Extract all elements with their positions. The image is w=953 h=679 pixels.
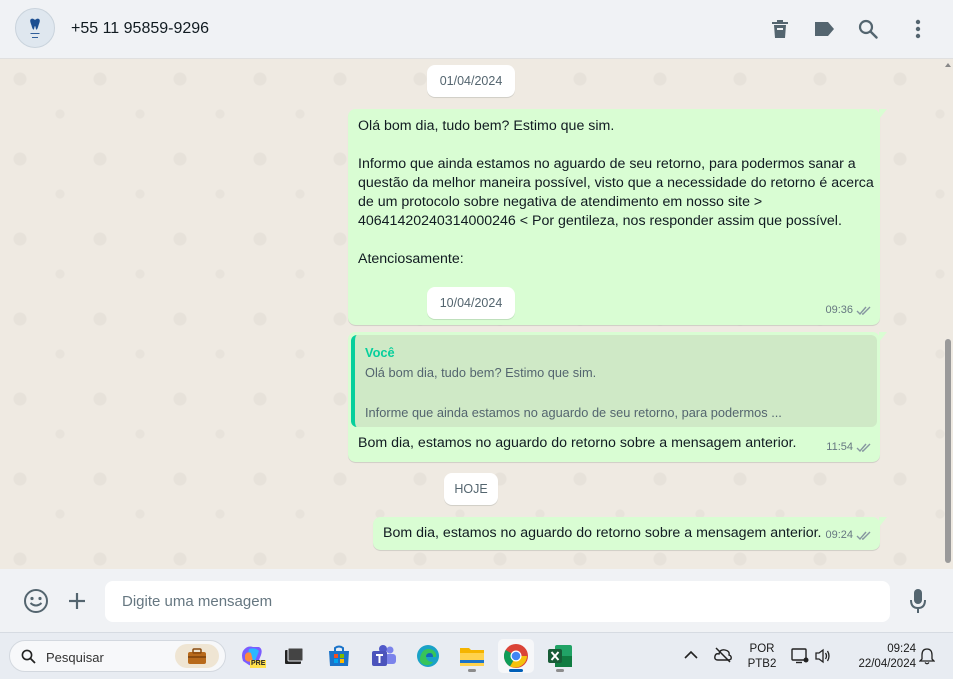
search-highlight-icon <box>175 644 219 668</box>
app-running-indicator <box>556 669 564 672</box>
app-active-indicator <box>509 669 523 672</box>
copilot-pre-badge: PRE <box>250 660 267 668</box>
message-text: Bom dia, estamos no aguardo do retorno s… <box>383 525 822 541</box>
teams-icon[interactable] <box>366 639 402 673</box>
chrome-icon[interactable] <box>498 639 534 673</box>
clock-date: 22/04/2024 <box>858 658 916 670</box>
windows-taskbar: Pesquisar PRE POR PTB2 09:24 22/04/2024 <box>0 632 953 679</box>
tray-chevron-up-icon[interactable] <box>684 650 698 660</box>
double-check-icon <box>856 306 871 316</box>
chat-header: ▬▬▬ ▬▬ +55 11 95859-9296 <box>0 0 953 59</box>
search-icon[interactable] <box>856 17 880 41</box>
date-separator: 10/04/2024 <box>427 287 515 319</box>
avatar-logo-text: ▬▬▬ ▬▬ <box>30 31 40 39</box>
taskbar-search-label: Pesquisar <box>46 650 104 665</box>
task-view-icon[interactable] <box>276 639 312 673</box>
message-time: 09:36 <box>825 304 853 316</box>
taskbar-clock[interactable]: 09:24 22/04/2024 <box>844 642 916 672</box>
quote-text: Olá bom dia, tudo bem? Estimo que sim. I… <box>365 365 782 420</box>
microphone-icon[interactable] <box>905 588 931 614</box>
chat-scrollbar[interactable] <box>945 339 951 563</box>
bubble-tail <box>879 109 887 119</box>
tooth-logo-icon <box>30 18 40 30</box>
contact-name[interactable]: +55 11 95859-9296 <box>71 20 209 38</box>
copilot-app-icon[interactable]: PRE <box>234 639 270 673</box>
edge-icon[interactable] <box>410 639 446 673</box>
language-indicator[interactable]: POR PTB2 <box>745 642 779 672</box>
label-icon[interactable] <box>812 17 836 41</box>
file-explorer-icon[interactable] <box>454 639 490 673</box>
bubble-tail <box>879 517 887 527</box>
excel-icon[interactable] <box>542 639 578 673</box>
app-running-indicator <box>468 669 476 672</box>
menu-icon[interactable] <box>906 17 930 41</box>
language-bottom: PTB2 <box>747 658 777 670</box>
date-separator: HOJE <box>444 473 498 505</box>
double-check-icon <box>856 443 871 453</box>
search-icon <box>21 649 36 664</box>
notification-bell-icon[interactable] <box>919 648 935 665</box>
emoji-icon[interactable] <box>23 588 49 614</box>
network-icon[interactable] <box>791 648 809 664</box>
message-text: Bom dia, estamos no aguardo do retorno s… <box>358 435 797 451</box>
message-time: 11:54 <box>826 441 853 453</box>
clock-time: 09:24 <box>887 643 916 655</box>
scroll-up-icon[interactable] <box>944 61 952 69</box>
delete-icon[interactable] <box>768 17 792 41</box>
message-composer <box>0 569 953 632</box>
attach-plus-icon[interactable] <box>64 588 90 614</box>
microsoft-store-icon[interactable] <box>321 639 357 673</box>
cloud-offline-icon[interactable] <box>713 647 733 663</box>
quote-author: Você <box>365 345 395 360</box>
chat-area[interactable]: 01/04/2024 Olá bom dia, tudo bem? Estimo… <box>0 59 953 569</box>
message-text: Olá bom dia, tudo bem? Estimo que sim. I… <box>358 118 874 267</box>
contact-avatar[interactable]: ▬▬▬ ▬▬ <box>15 8 55 48</box>
message-meta: 09:24 <box>825 526 872 545</box>
message-meta: 11:54 <box>826 438 872 457</box>
volume-icon[interactable] <box>815 648 831 664</box>
outgoing-message[interactable]: Bom dia, estamos no aguardo do retorno s… <box>373 517 887 550</box>
message-input[interactable] <box>105 581 890 622</box>
language-top: POR <box>749 643 775 655</box>
double-check-icon <box>856 531 871 541</box>
message-time: 09:24 <box>825 529 853 541</box>
date-separator: 01/04/2024 <box>427 65 515 97</box>
message-meta: 09:36 <box>825 301 872 320</box>
taskbar-search[interactable]: Pesquisar <box>9 640 226 672</box>
outgoing-reply-message[interactable]: Você Olá bom dia, tudo bem? Estimo que s… <box>348 332 887 462</box>
bubble-tail <box>879 332 887 342</box>
quoted-message[interactable]: Você Olá bom dia, tudo bem? Estimo que s… <box>351 335 877 427</box>
